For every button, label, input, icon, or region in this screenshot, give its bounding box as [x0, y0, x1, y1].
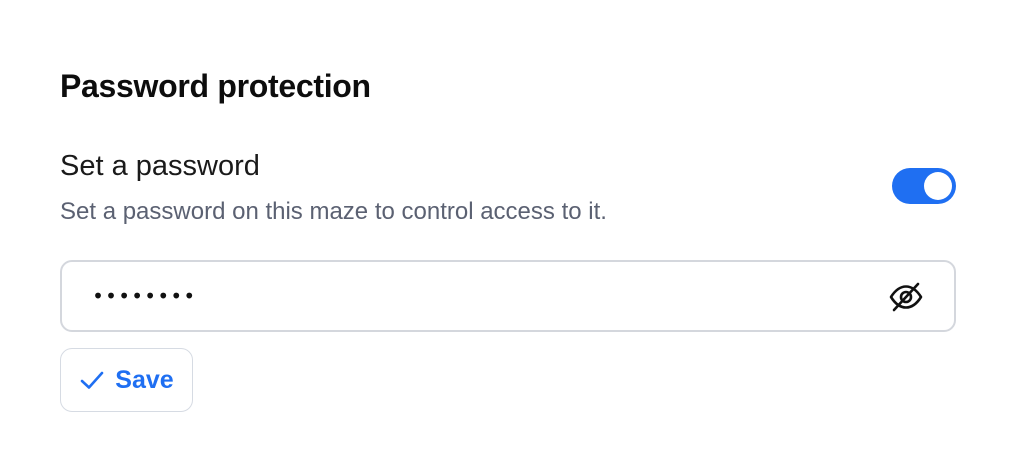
password-field [60, 260, 956, 332]
password-protection-panel: Password protection Set a password Set a… [0, 0, 1020, 474]
check-icon [79, 367, 105, 393]
toggle-knob [924, 172, 952, 200]
password-toggle[interactable] [892, 168, 956, 204]
setting-label: Set a password [60, 150, 260, 182]
eye-off-icon[interactable] [888, 279, 924, 315]
set-password-setting: Set a password Set a password on this ma… [60, 150, 956, 230]
section-title: Password protection [60, 68, 371, 104]
save-label: Save [115, 365, 174, 394]
save-button[interactable]: Save [60, 348, 193, 412]
password-input[interactable] [92, 276, 872, 316]
setting-description: Set a password on this maze to control a… [60, 198, 607, 225]
